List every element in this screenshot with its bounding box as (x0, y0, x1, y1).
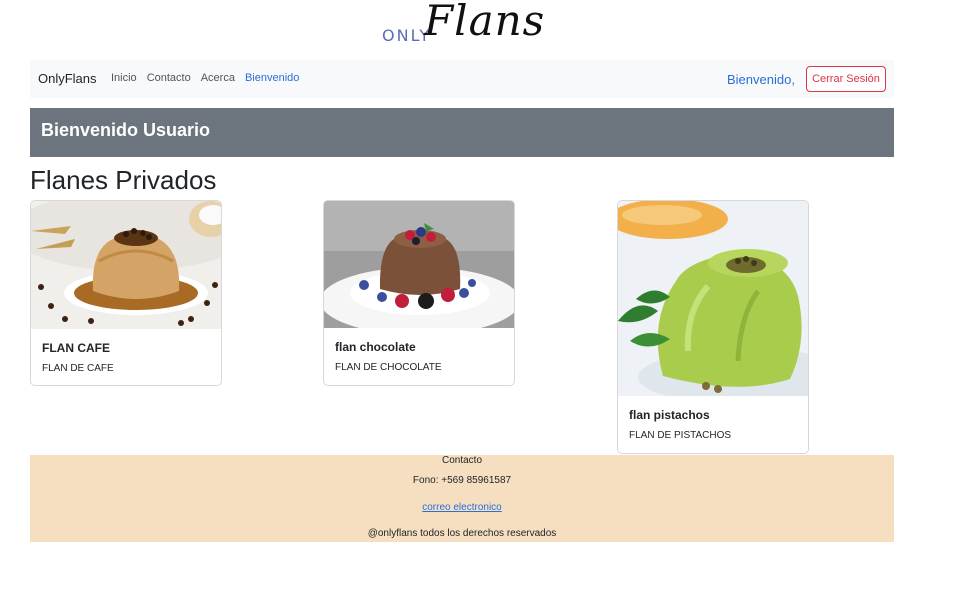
flan-card-pistachos[interactable]: flan pistachos FLAN DE PISTACHOS (617, 200, 809, 454)
nav-link-bienvenido[interactable]: Bienvenido (245, 72, 299, 84)
welcome-user-text: Bienvenido, (727, 72, 795, 87)
nav-link-contacto[interactable]: Contacto (147, 72, 191, 84)
footer-rights: @onlyflans todos los derechos reservados (367, 528, 557, 539)
pistachio-flan-photo (618, 201, 808, 396)
chocolate-flan-photo (324, 201, 514, 328)
navbar-brand[interactable]: OnlyFlans (38, 71, 97, 86)
welcome-banner: Bienvenido Usuario (30, 108, 894, 157)
card-title: flan chocolate (335, 340, 416, 354)
card-title: flan pistachos (629, 408, 710, 422)
card-description: FLAN DE CAFE (42, 363, 114, 374)
nav-links: Inicio Contacto Acerca Bienvenido (111, 72, 299, 84)
logout-button[interactable]: Cerrar Sesión (806, 66, 886, 92)
footer-phone: Fono: +569 85961587 (412, 475, 512, 486)
site-footer: Contacto Fono: +569 85961587 correo elec… (30, 455, 894, 542)
banner-title: Bienvenido Usuario (41, 120, 211, 140)
flan-card-chocolate[interactable]: flan chocolate FLAN DE CHOCOLATE (323, 200, 515, 386)
card-description: FLAN DE CHOCOLATE (335, 362, 442, 373)
footer-email: correo electronico (30, 502, 894, 513)
page-title: Flanes Privados (30, 165, 217, 195)
card-description: FLAN DE PISTACHOS (629, 430, 732, 441)
nav-link-acerca[interactable]: Acerca (201, 72, 235, 84)
email-link[interactable]: correo electronico (422, 502, 501, 513)
top-navbar: OnlyFlans Inicio Contacto Acerca Bienven… (30, 60, 894, 98)
logo-flans-text: Flans (424, 0, 546, 45)
site-logo: ONLY Flans (380, 0, 550, 50)
flan-card-cafe[interactable]: FLAN CAFE FLAN DE CAFE (30, 200, 222, 386)
footer-contact-title: Contacto (441, 455, 483, 466)
nav-link-inicio[interactable]: Inicio (111, 72, 137, 84)
coffee-flan-photo (31, 201, 221, 329)
card-title: FLAN CAFE (42, 341, 110, 355)
